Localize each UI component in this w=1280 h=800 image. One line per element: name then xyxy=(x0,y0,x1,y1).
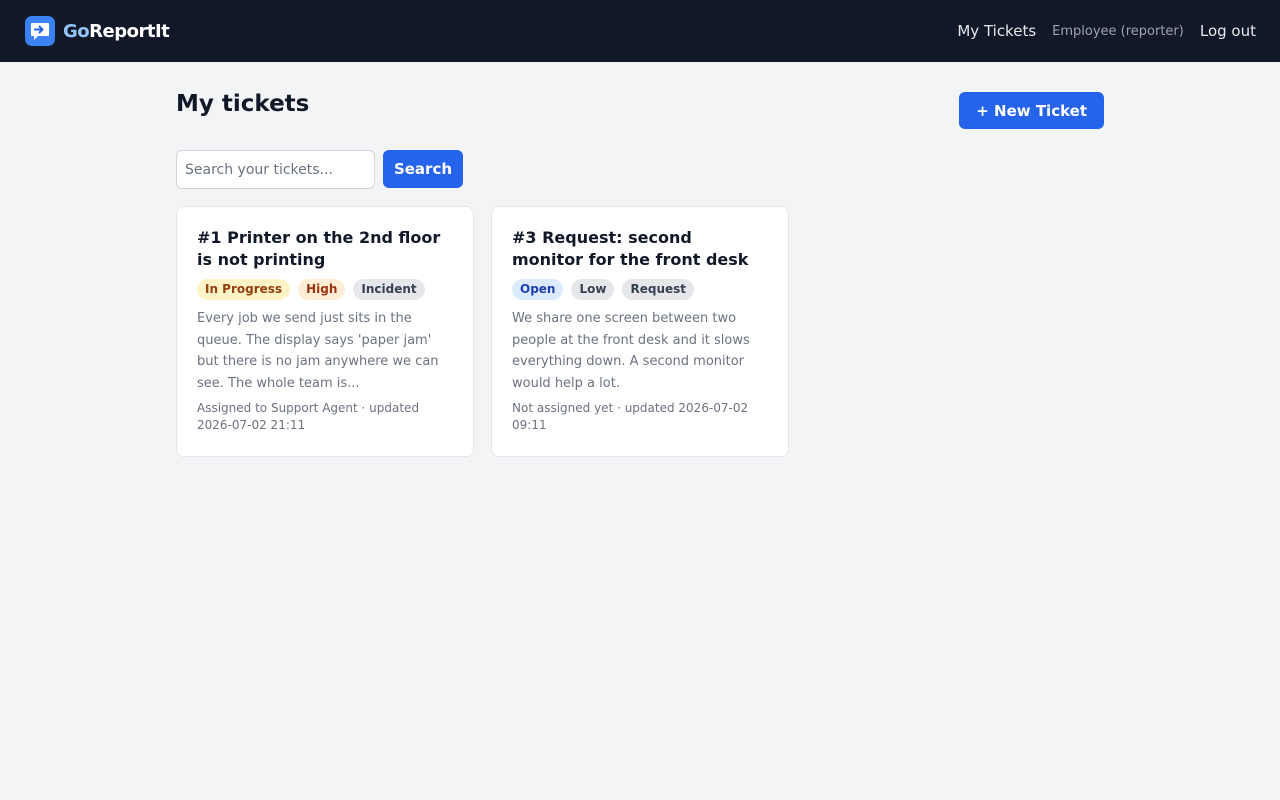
search-button[interactable]: Search xyxy=(383,150,463,188)
brand-name-rest: ReportIt xyxy=(89,20,170,42)
priority-badge: Low xyxy=(571,279,615,300)
speech-bubble-arrow-icon xyxy=(25,16,55,46)
ticket-description: Every job we send just sits in the queue… xyxy=(197,311,439,391)
main-content: My tickets + New Ticket Search #1 Printe… xyxy=(176,62,1104,457)
brand-name: GoReportIt xyxy=(63,20,170,42)
ticket-badges: In Progress High Incident xyxy=(197,279,453,300)
ticket-description: We share one screen between two people a… xyxy=(512,311,750,391)
current-user-label: Employee (reporter) xyxy=(1052,23,1184,39)
ticket-title: #3 Request: second monitor for the front… xyxy=(512,228,749,269)
ticket-card[interactable]: #3 Request: second monitor for the front… xyxy=(491,206,789,457)
logout-link[interactable]: Log out xyxy=(1200,22,1256,40)
ticket-title: #1 Printer on the 2nd floor is not print… xyxy=(197,228,441,269)
type-badge: Incident xyxy=(353,279,425,300)
brand-name-go: Go xyxy=(63,20,90,42)
ticket-card[interactable]: #1 Printer on the 2nd floor is not print… xyxy=(176,206,474,457)
search-form: Search xyxy=(176,150,1104,189)
ticket-list: #1 Printer on the 2nd floor is not print… xyxy=(176,206,1104,457)
brand-home-link[interactable]: GoReportIt xyxy=(25,16,170,46)
status-badge: Open xyxy=(512,279,564,300)
type-badge: Request xyxy=(622,279,694,300)
status-badge: In Progress xyxy=(197,279,291,300)
search-input[interactable] xyxy=(176,150,375,189)
ticket-badges: Open Low Request xyxy=(512,279,768,300)
ticket-meta: Assigned to Support Agent · updated 2026… xyxy=(197,401,420,432)
priority-badge: High xyxy=(298,279,346,300)
top-navbar: GoReportIt My Tickets Employee (reporter… xyxy=(0,0,1280,62)
ticket-meta: Not assigned yet · updated 2026-07-02 09… xyxy=(512,401,749,432)
nav-my-tickets-link[interactable]: My Tickets xyxy=(957,22,1036,40)
top-nav: My Tickets Employee (reporter) Log out xyxy=(957,22,1256,40)
new-ticket-button[interactable]: + New Ticket xyxy=(959,92,1104,129)
